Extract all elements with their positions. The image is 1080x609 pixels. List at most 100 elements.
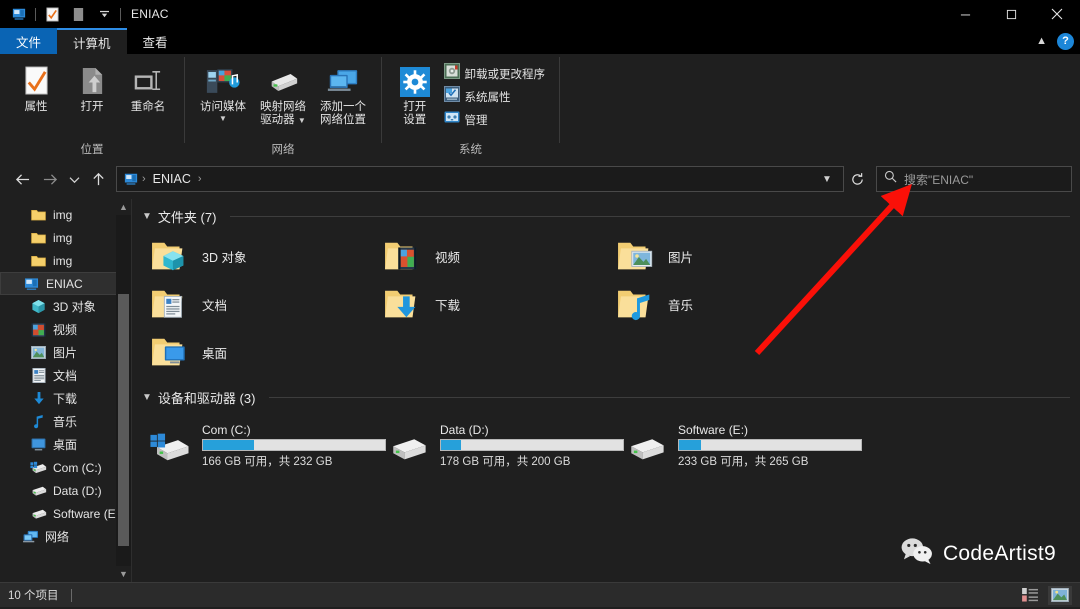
system-properties-button[interactable]: 系统属性 — [443, 86, 552, 107]
sidebar-item-drive-e[interactable]: Software (E:) — [0, 502, 131, 525]
sidebar-item-pictures[interactable]: 图片 — [0, 341, 131, 364]
ribbon: 属性 打开 重命名 位置 访问媒体 ▼ 映射网络 驱动器 ▼ 添加一个 网络位置… — [0, 54, 1080, 159]
sidebar-item-drive-d[interactable]: Data (D:) — [0, 479, 131, 502]
access-media-button[interactable]: 访问媒体 ▼ — [193, 59, 253, 123]
add-network-location-label: 添加一个 — [320, 101, 366, 113]
help-icon[interactable]: ? — [1057, 32, 1074, 50]
chevron-down-icon[interactable]: ▼ — [219, 114, 227, 123]
details-view-button[interactable] — [1018, 586, 1042, 605]
sidebar-item-downloads[interactable]: 下载 — [0, 387, 131, 410]
navigation-scrollbar[interactable]: ▲ ▼ — [116, 199, 131, 582]
system-properties-icon — [443, 86, 460, 107]
folder-tile[interactable]: 下载 — [383, 280, 616, 328]
sidebar-item-3d-objects[interactable]: 3D 对象 — [0, 295, 131, 318]
breadcrumb-eniac[interactable]: ENIAC — [147, 172, 197, 186]
folder-tile[interactable]: 桌面 — [150, 328, 383, 376]
sidebar-item-img-3[interactable]: img — [0, 249, 131, 272]
folder-tile-list: 3D 对象 视频 图片文档 下载 音乐桌面 — [132, 226, 1080, 376]
navigation-tree: img img img ENIAC 3D 对象 视频 图片 文档 下载 音乐 桌面 Com (C:) D… — [0, 203, 131, 548]
tab-file[interactable]: 文件 — [0, 28, 58, 54]
address-path-box[interactable]: › ENIAC › ▼ — [116, 166, 844, 192]
this-pc-icon[interactable] — [6, 3, 32, 25]
scroll-down-arrow-icon[interactable]: ▼ — [116, 566, 131, 582]
file-list-pane: ▼ 文件夹 (7) 3D 对象 视频 图片文档 下载 音乐桌面 ▼ 设备和驱动器 (3)… — [132, 199, 1080, 582]
ribbon-group-location: 属性 打开 重命名 位置 — [0, 54, 184, 159]
navigation-pane: img img img ENIAC 3D 对象 视频 图片 文档 下载 音乐 桌面 Com (C:) D… — [0, 199, 131, 582]
folder-tile[interactable]: 图片 — [616, 232, 849, 280]
sidebar-item-desktop[interactable]: 桌面 — [0, 433, 131, 456]
open-settings-label: 打开 — [403, 101, 427, 113]
tab-view[interactable]: 查看 — [127, 28, 184, 54]
folder-3d-objects-icon — [150, 235, 192, 277]
chevron-down-icon-2[interactable]: ▼ — [298, 116, 306, 125]
folder-tile-label: 图片 — [668, 250, 694, 265]
chevron-down-icon[interactable]: ▼ — [815, 174, 839, 185]
folder-icon — [30, 207, 47, 223]
sidebar-item-img-1[interactable]: img — [0, 203, 131, 226]
folder-tile[interactable]: 3D 对象 — [150, 232, 383, 280]
rename-button[interactable]: 重命名 — [120, 59, 176, 114]
new-folder-icon[interactable] — [65, 3, 91, 25]
sidebar-item-label: 桌面 — [53, 438, 78, 452]
access-media-label: 访问媒体 — [200, 101, 246, 113]
folders-group-header[interactable]: ▼ 文件夹 (7) — [132, 199, 1080, 226]
sidebar-item-img-2[interactable]: img — [0, 226, 131, 249]
sidebar-item-music[interactable]: 音乐 — [0, 410, 131, 433]
sidebar-item-documents[interactable]: 文档 — [0, 364, 131, 387]
up-arrow-icon[interactable] — [84, 164, 112, 194]
chevron-down-icon[interactable]: ▼ — [142, 392, 152, 403]
navigation-scroll-thumb[interactable] — [118, 294, 129, 546]
ribbon-tab-strip: 文件 计算机 查看 ▲ ? — [0, 28, 1080, 54]
folder-tile[interactable]: 视频 — [383, 232, 616, 280]
scroll-up-arrow-icon[interactable]: ▲ — [116, 199, 131, 215]
map-network-drive-button[interactable]: 映射网络 驱动器 ▼ — [253, 59, 313, 127]
drive-usage-fill — [679, 440, 701, 450]
sidebar-item-eniac[interactable]: ENIAC — [0, 272, 131, 295]
open-button[interactable]: 打开 — [64, 59, 120, 114]
manage-button[interactable]: 管理 — [444, 109, 552, 130]
rename-label: 重命名 — [130, 101, 166, 113]
sidebar-item-videos[interactable]: 视频 — [0, 318, 131, 341]
close-icon[interactable] — [1034, 0, 1080, 28]
windows-drive-icon — [30, 460, 47, 476]
uninstall-program-button[interactable]: 卸载或更改程序 — [443, 63, 552, 84]
add-network-location-button[interactable]: 添加一个 网络位置 — [313, 59, 373, 127]
drive-tile[interactable]: Data (D:) 178 GB 可用，共 200 GB — [388, 415, 626, 468]
open-settings-button[interactable]: 打开 设置 — [390, 59, 440, 127]
breadcrumb-separator-2[interactable]: › — [197, 173, 203, 185]
drive-tile[interactable]: Com (C:) 166 GB 可用，共 232 GB — [150, 415, 388, 468]
ribbon-group-network-title: 网络 — [271, 144, 295, 156]
properties-button[interactable]: 属性 — [8, 59, 64, 114]
map-network-drive-label: 映射网络 — [260, 101, 306, 113]
window-title: ENIAC — [131, 7, 169, 21]
music-icon — [30, 414, 47, 430]
chevron-up-icon[interactable]: ▲ — [1036, 35, 1047, 47]
back-arrow-icon[interactable] — [8, 164, 36, 194]
sidebar-item-drive-c[interactable]: Com (C:) — [0, 456, 131, 479]
drive-info: Com (C:) 166 GB 可用，共 232 GB — [202, 421, 386, 469]
search-input[interactable]: 搜索"ENIAC" — [904, 171, 973, 188]
maximize-icon[interactable] — [988, 0, 1034, 28]
drive-usage-fill — [203, 440, 254, 450]
sidebar-item-label: 下载 — [53, 392, 78, 406]
sidebar-item-label: 视频 — [53, 323, 78, 337]
tab-computer[interactable]: 计算机 — [57, 28, 127, 54]
recent-locations-icon[interactable] — [64, 164, 84, 194]
search-box[interactable]: 搜索"ENIAC" — [876, 166, 1072, 192]
this-pc-icon[interactable] — [121, 172, 141, 186]
properties-icon[interactable] — [39, 3, 65, 25]
chevron-down-icon[interactable]: ▼ — [142, 211, 152, 222]
minimize-icon[interactable] — [942, 0, 988, 28]
sidebar-item-network[interactable]: 网络 — [0, 525, 131, 548]
drive-tile[interactable]: Software (E:) 233 GB 可用，共 265 GB — [626, 415, 864, 468]
sidebar-item-label: 文档 — [53, 369, 78, 383]
folder-tile[interactable]: 文档 — [150, 280, 383, 328]
large-icons-view-button[interactable] — [1048, 585, 1072, 605]
settings-gear-icon — [399, 63, 430, 97]
customize-caret-icon[interactable] — [91, 3, 117, 25]
drives-group-header[interactable]: ▼ 设备和驱动器 (3) — [132, 376, 1080, 407]
folder-music-icon — [616, 283, 658, 325]
refresh-icon[interactable] — [844, 164, 870, 194]
folder-tile[interactable]: 音乐 — [616, 280, 849, 328]
forward-arrow-icon[interactable] — [36, 164, 64, 194]
